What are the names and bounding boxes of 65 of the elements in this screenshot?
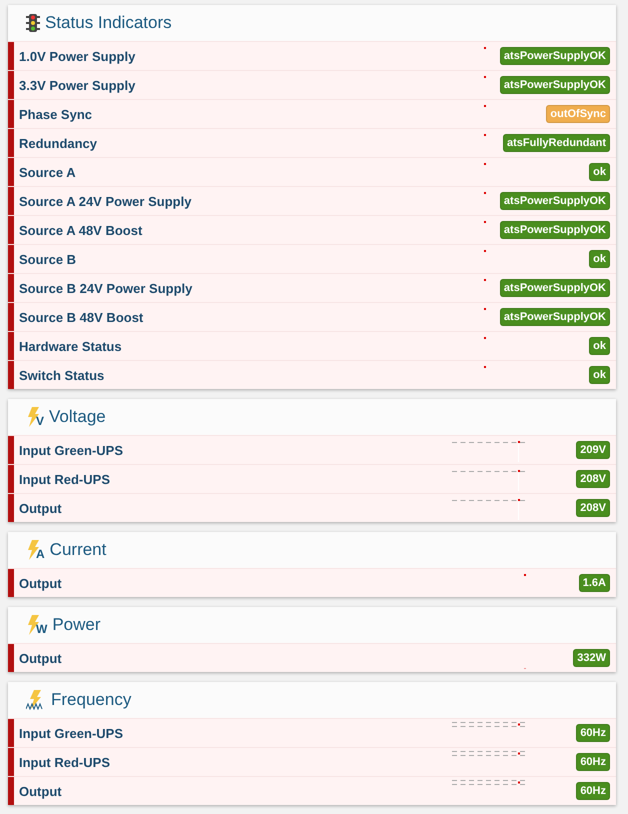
status-badge: atsPowerSupplyOK [500, 279, 610, 297]
sparkline [484, 337, 486, 339]
sparkline [484, 308, 486, 310]
status-badge: atsPowerSupplyOK [500, 76, 610, 94]
status-badge: ok [589, 163, 610, 181]
metric-label: 1.0V Power Supply [19, 48, 136, 64]
icon-letter: V [36, 414, 44, 428]
metric-label: Source B 48V Boost [19, 310, 144, 324]
sparkline [484, 279, 486, 281]
sparkline [484, 134, 486, 136]
metric-label: Hardware Status [19, 338, 123, 354]
sparkline [484, 221, 486, 223]
status-badge: ok [589, 366, 610, 384]
panel-title: Frequency [51, 690, 132, 710]
sparkline [484, 366, 486, 368]
sparkline [484, 76, 486, 78]
panel-title: Voltage [49, 407, 106, 427]
metric-label: Redundancy [19, 136, 98, 150]
metric-label: Switch Status [19, 368, 106, 382]
status-badge: 60Hz [576, 753, 610, 771]
metric-label: Output [19, 576, 63, 590]
traffic-light-icon [26, 14, 40, 32]
sparkline [524, 668, 526, 669]
metric-label: Input Green-UPS [19, 442, 124, 458]
status-badge: atsPowerSupplyOK [500, 221, 610, 239]
sparkline [484, 163, 486, 165]
metric-label: Source A 48V Boost [19, 222, 144, 238]
status-badge: atsPowerSupplyOK [500, 47, 610, 65]
status-badge: 209V [576, 441, 610, 459]
status-badge: ok [589, 337, 610, 355]
metric-label: Input Red-UPS [19, 754, 111, 770]
metric-label: Output [19, 650, 63, 666]
sparkline [484, 192, 486, 194]
status-badge: atsFullyRedundant [502, 134, 610, 152]
metric-label: Output [19, 500, 63, 516]
status-badge: 208V [576, 499, 610, 517]
icon-letter: W [36, 622, 48, 636]
alert-bar [8, 569, 14, 597]
sparkline [484, 250, 486, 252]
panel-title: Current [50, 540, 106, 560]
status-badge: atsPowerSupplyOK [500, 308, 610, 326]
metric-label: Source B [19, 252, 78, 266]
alert-bar [8, 644, 14, 672]
metric-label: Source B 24V Power Supply [19, 280, 194, 296]
status-badge: 60Hz [576, 782, 610, 800]
sparkline [524, 574, 526, 576]
metric-label: Phase Sync [19, 106, 93, 122]
status-badge: 1.6A [578, 574, 610, 592]
metric-label: Source A 24V Power Supply [19, 194, 192, 208]
panel-title: Power [52, 615, 101, 635]
status-badge: outOfSync [546, 105, 610, 123]
metric-label: 3.3V Power Supply [19, 78, 136, 92]
sparkline [484, 47, 486, 49]
metric-label: Output [19, 784, 63, 798]
status-badge: ok [589, 250, 610, 268]
status-badge: 60Hz [576, 724, 610, 742]
sparkline [484, 105, 486, 107]
panel-title: Status Indicators [45, 13, 172, 33]
metric-label: Input Green-UPS [19, 726, 124, 740]
icon-letter: A [36, 547, 45, 561]
status-badge: atsPowerSupplyOK [500, 192, 610, 210]
status-badge: 332W [573, 649, 610, 667]
metric-label: Source A [19, 164, 77, 180]
metric-label: Input Red-UPS [19, 472, 111, 486]
status-badge: 208V [576, 470, 610, 488]
